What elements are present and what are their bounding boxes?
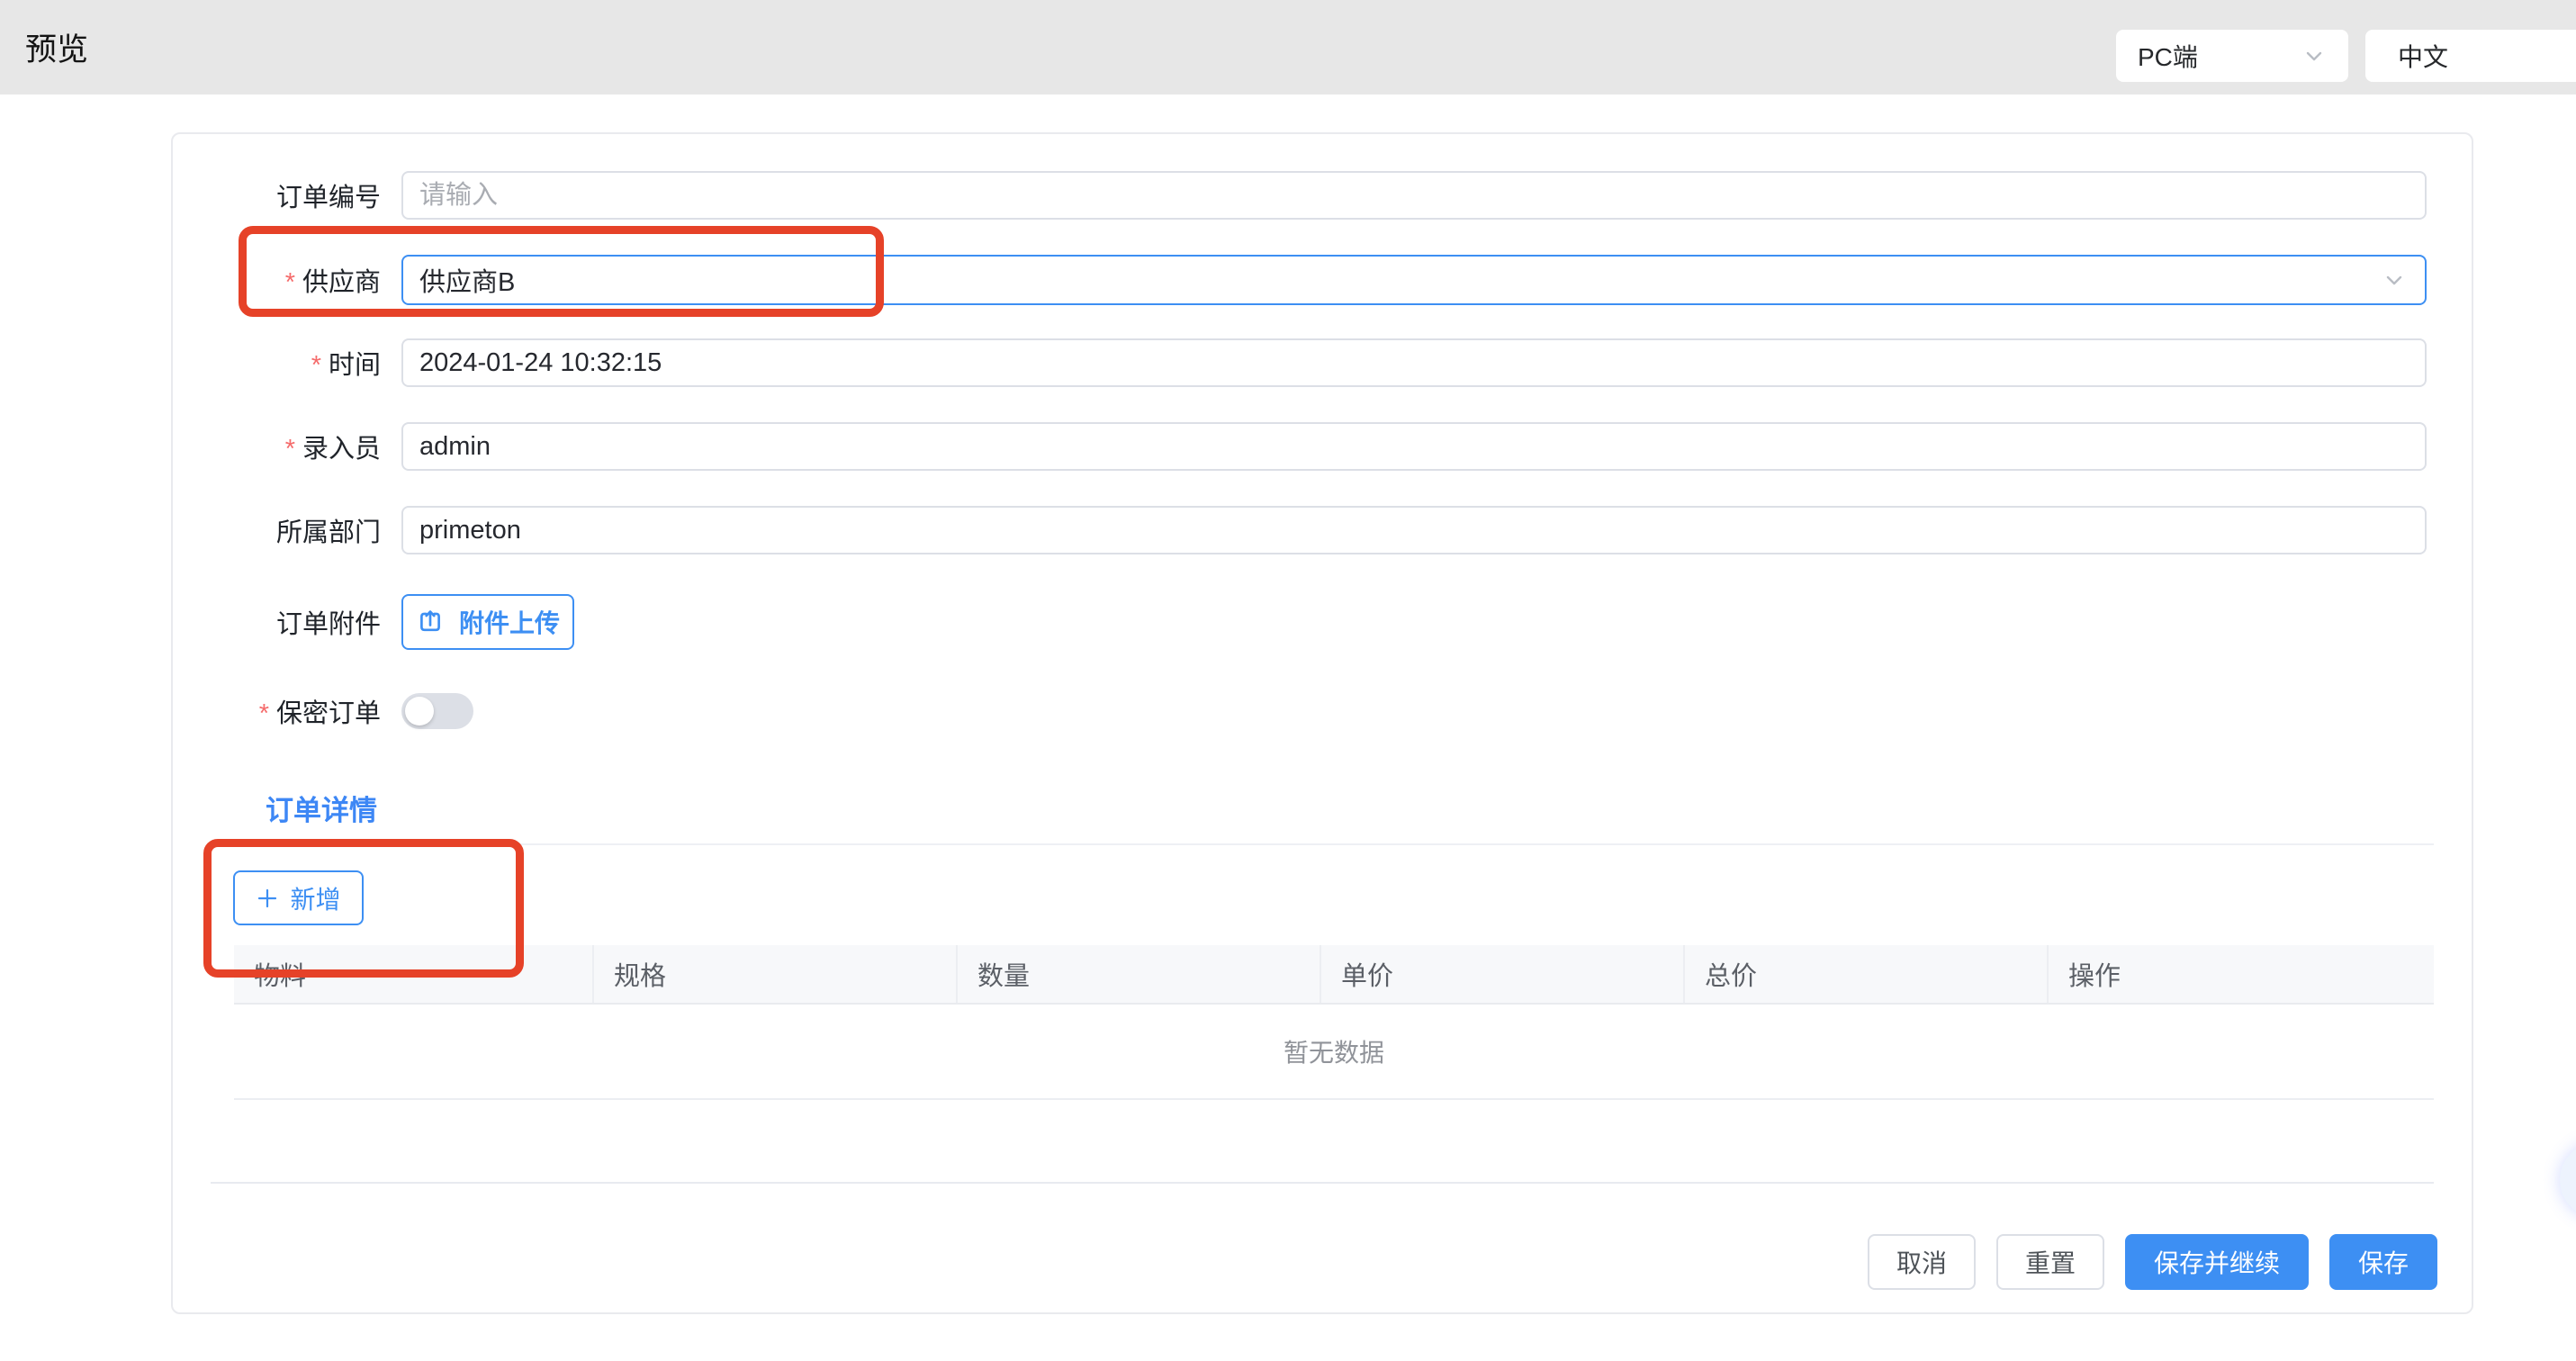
upload-button-label: 附件上传 bbox=[459, 604, 560, 640]
order-no-input[interactable] bbox=[401, 171, 2427, 220]
footer-divider bbox=[211, 1182, 2434, 1184]
table-empty-placeholder: 暂无数据 bbox=[234, 1005, 2434, 1100]
column-header-total-price: 总价 bbox=[1685, 945, 2049, 1003]
operator-label: * 录入员 bbox=[173, 422, 381, 471]
supplier-label: * 供应商 bbox=[173, 255, 381, 305]
required-asterisk: * bbox=[259, 699, 269, 729]
save-button[interactable]: 保存 bbox=[2329, 1234, 2437, 1290]
attachment-label: 订单附件 bbox=[173, 594, 381, 650]
cancel-button[interactable]: 取消 bbox=[1868, 1234, 1976, 1290]
topbar: 预览 PC端 中文 bbox=[0, 0, 2576, 95]
department-label: 所属部门 bbox=[173, 506, 381, 554]
page-title: 预览 bbox=[25, 0, 88, 95]
column-header-unit-price: 单价 bbox=[1321, 945, 1685, 1003]
required-asterisk: * bbox=[285, 435, 295, 464]
order-form-card: 订单编号 * 供应商 供应商B * 时间 bbox=[171, 132, 2473, 1314]
column-header-quantity: 数量 bbox=[958, 945, 1321, 1003]
time-input[interactable] bbox=[401, 338, 2427, 387]
form-row-department: 所属部门 bbox=[173, 506, 2459, 554]
order-no-label: 订单编号 bbox=[173, 171, 381, 220]
form-row-confidential: * 保密订单 bbox=[173, 693, 2459, 729]
save-continue-button[interactable]: 保存并继续 bbox=[2125, 1234, 2309, 1290]
column-header-spec: 规格 bbox=[594, 945, 958, 1003]
time-label: * 时间 bbox=[173, 338, 381, 387]
footer-actions: 取消 重置 保存并继续 保存 bbox=[1868, 1234, 2437, 1290]
supplier-select-value: 供应商B bbox=[419, 261, 515, 299]
form-row-order-no: 订单编号 bbox=[173, 171, 2459, 220]
detail-table: 物料 规格 数量 单价 总价 操作 暂无数据 bbox=[234, 945, 2434, 1100]
add-button[interactable]: 新增 bbox=[233, 870, 364, 925]
language-select-value: 中文 bbox=[2398, 38, 2448, 74]
chevron-down-icon bbox=[2382, 267, 2407, 293]
section-divider bbox=[211, 843, 2434, 845]
language-select[interactable]: 中文 bbox=[2365, 30, 2576, 82]
device-select[interactable]: PC端 bbox=[2116, 30, 2348, 82]
required-asterisk: * bbox=[311, 351, 321, 381]
attachment-upload-button[interactable]: 附件上传 bbox=[401, 594, 574, 650]
plus-icon bbox=[256, 887, 279, 910]
add-button-label: 新增 bbox=[290, 880, 340, 916]
assistant-floating-button[interactable] bbox=[2560, 1142, 2576, 1218]
toggle-knob bbox=[405, 697, 434, 726]
required-asterisk: * bbox=[285, 268, 295, 298]
operator-input[interactable] bbox=[401, 422, 2427, 471]
department-input[interactable] bbox=[401, 506, 2427, 554]
detail-section-title: 订单详情 bbox=[266, 788, 377, 828]
detail-table-header: 物料 规格 数量 单价 总价 操作 bbox=[234, 945, 2434, 1005]
confidential-toggle[interactable] bbox=[401, 693, 473, 729]
device-select-value: PC端 bbox=[2138, 38, 2198, 74]
chevron-down-icon bbox=[2301, 43, 2327, 68]
form-row-attachment: 订单附件 附件上传 bbox=[173, 594, 2459, 650]
column-header-actions: 操作 bbox=[2049, 945, 2434, 1003]
upload-icon bbox=[416, 608, 445, 636]
column-header-material: 物料 bbox=[234, 945, 594, 1003]
form-row-time: * 时间 bbox=[173, 338, 2459, 387]
confidential-label: * 保密订单 bbox=[173, 693, 381, 729]
form-row-operator: * 录入员 bbox=[173, 422, 2459, 471]
supplier-select[interactable]: 供应商B bbox=[401, 255, 2427, 305]
form-row-supplier: * 供应商 供应商B bbox=[173, 255, 2459, 305]
reset-button[interactable]: 重置 bbox=[1996, 1234, 2104, 1290]
